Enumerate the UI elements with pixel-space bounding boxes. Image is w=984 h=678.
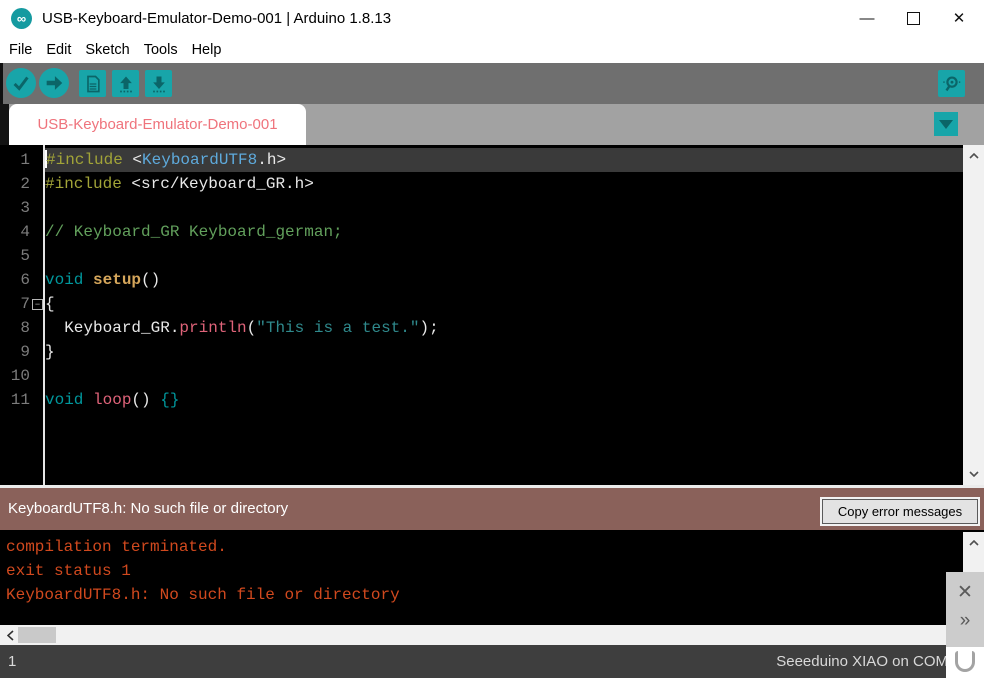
- notification-side-panel: ✕ »: [946, 572, 984, 647]
- code-text: void loop() {}: [45, 391, 180, 409]
- line-number: 10: [10, 367, 30, 385]
- editor-line: 1 #include <KeyboardUTF8.h>: [0, 148, 963, 172]
- upload-button[interactable]: [39, 68, 69, 98]
- line-number: 4: [20, 223, 30, 241]
- console-scroll-up-icon[interactable]: [963, 534, 984, 552]
- tab-bar-notch: [0, 104, 9, 145]
- error-message: KeyboardUTF8.h: No such file or director…: [8, 500, 289, 517]
- code-text: void setup(): [45, 271, 161, 289]
- chevron-down-icon: [939, 119, 953, 129]
- editor-line: 10: [0, 364, 963, 388]
- editor-line: 5: [0, 244, 963, 268]
- line-number: 8: [20, 319, 30, 337]
- line-number: 5: [20, 247, 30, 265]
- status-line-number: 1: [8, 653, 17, 670]
- verify-button[interactable]: [6, 68, 36, 98]
- menu-item-help[interactable]: Help: [185, 42, 229, 58]
- editor-line: 2 #include <src/Keyboard_GR.h>: [0, 172, 963, 196]
- hscrollbar-thumb[interactable]: [18, 627, 56, 643]
- gutter-divider: [43, 145, 45, 485]
- line-number: 2: [20, 175, 30, 193]
- window-title: USB-Keyboard-Emulator-Demo-001 | Arduino…: [42, 9, 392, 27]
- editor-line: 4 // Keyboard_GR Keyboard_german;: [0, 220, 963, 244]
- editor-lines: 1 #include <KeyboardUTF8.h> 2 #include <src…: [0, 148, 963, 412]
- open-sketch-button[interactable]: [112, 70, 139, 97]
- console-line: compilation terminated.: [6, 538, 227, 556]
- close-icon[interactable]: ✕: [957, 582, 973, 604]
- code-text: }: [45, 343, 55, 361]
- check-icon: [13, 76, 29, 91]
- maximize-icon: [906, 11, 920, 25]
- editor-line: 11 void loop() {}: [0, 388, 963, 412]
- line-number: 7: [20, 295, 30, 313]
- line-number: 6: [20, 271, 30, 289]
- editor-scrollbar[interactable]: [963, 145, 984, 485]
- toolbar: [0, 63, 984, 104]
- popup-logo-icon: [955, 651, 975, 672]
- maximize-button[interactable]: [890, 0, 936, 36]
- editor-line: 6 void setup(): [0, 268, 963, 292]
- save-sketch-button[interactable]: [145, 70, 172, 97]
- line-number: 1: [20, 151, 30, 169]
- code-text: #include <KeyboardUTF8.h>: [43, 148, 963, 172]
- line-number: 9: [20, 343, 30, 361]
- line-number: 3: [20, 199, 30, 217]
- menu-item-sketch[interactable]: Sketch: [78, 42, 136, 58]
- editor-line: 8 Keyboard_GR.println("This is a test.")…: [0, 316, 963, 340]
- scroll-up-icon[interactable]: [963, 147, 984, 165]
- error-banner: KeyboardUTF8.h: No such file or director…: [0, 488, 984, 530]
- minimize-button[interactable]: —: [844, 0, 890, 36]
- editor-line: 9}: [0, 340, 963, 364]
- console-output: compilation terminated. exit status 1 Keyb…: [0, 530, 984, 625]
- notification-popup: [946, 647, 984, 678]
- tab-bar: USB-Keyboard-Emulator-Demo-001: [0, 104, 984, 145]
- editor-line: 7−{: [0, 292, 963, 316]
- scroll-down-icon[interactable]: [963, 465, 984, 483]
- arrow-down-icon: [152, 76, 165, 92]
- tab-active-sketch[interactable]: USB-Keyboard-Emulator-Demo-001: [9, 104, 306, 145]
- document-icon: [86, 75, 100, 92]
- code-text: {: [45, 295, 55, 313]
- menu-item-tools[interactable]: Tools: [137, 42, 185, 58]
- console-line: exit status 1: [6, 562, 131, 580]
- console-line: KeyboardUTF8.h: No such file or director…: [6, 586, 400, 604]
- arduino-ide-window: ∞ USB-Keyboard-Emulator-Demo-001 | Ardui…: [0, 0, 984, 678]
- title-bar: ∞ USB-Keyboard-Emulator-Demo-001 | Ardui…: [0, 0, 984, 36]
- fold-marker-icon[interactable]: −: [32, 299, 43, 310]
- code-text: #include <src/Keyboard_GR.h>: [45, 175, 314, 193]
- close-button[interactable]: ✕: [936, 0, 982, 36]
- copy-error-messages-button[interactable]: Copy error messages: [822, 499, 978, 524]
- console-lines: compilation terminated. exit status 1 Keyb…: [0, 535, 984, 607]
- tab-menu-button[interactable]: [934, 112, 958, 136]
- editor-line: 3: [0, 196, 963, 220]
- new-sketch-button[interactable]: [79, 70, 106, 97]
- code-editor[interactable]: 1 #include <KeyboardUTF8.h> 2 #include <src…: [0, 145, 984, 485]
- menu-item-edit[interactable]: Edit: [39, 42, 78, 58]
- magnifier-icon: [942, 75, 961, 91]
- console-hscrollbar[interactable]: [0, 625, 984, 645]
- status-board-info: Seeeduino XIAO on COM: [776, 653, 948, 670]
- code-text: // Keyboard_GR Keyboard_german;: [45, 223, 343, 241]
- arrow-up-icon: [119, 76, 132, 92]
- line-number: 11: [10, 391, 30, 409]
- expand-icon[interactable]: »: [960, 610, 971, 632]
- status-bar: 1 Seeeduino XIAO on COM: [0, 645, 984, 678]
- scroll-left-icon[interactable]: [2, 625, 18, 645]
- serial-monitor-button[interactable]: [938, 70, 965, 97]
- arrow-right-icon: [46, 76, 63, 90]
- arduino-logo-icon: ∞: [11, 7, 32, 29]
- menu-bar: File Edit Sketch Tools Help: [0, 36, 984, 63]
- code-text: Keyboard_GR.println("This is a test.");: [45, 319, 439, 337]
- toolbar-left-edge: [0, 63, 3, 104]
- window-controls: — ✕: [844, 0, 982, 36]
- menu-item-file[interactable]: File: [2, 42, 39, 58]
